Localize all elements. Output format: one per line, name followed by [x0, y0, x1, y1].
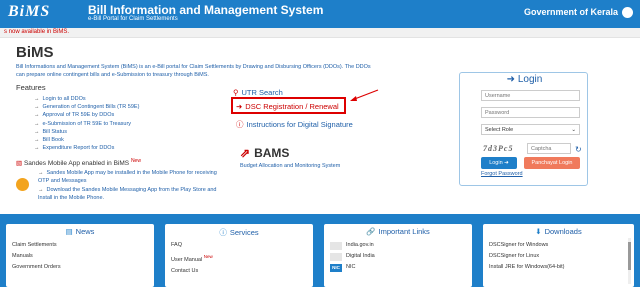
- forgot-password-link[interactable]: Forgot Password: [481, 171, 523, 177]
- link-label: Digital India: [346, 253, 375, 259]
- list-item[interactable]: Digital India: [330, 251, 375, 262]
- dsc-instructions-link[interactable]: ⓘ Instructions for Digital Signature: [236, 119, 353, 130]
- downloads-title: Downloads: [544, 227, 582, 236]
- list-item[interactable]: Contact Us: [171, 266, 213, 277]
- feature-item[interactable]: e-Submission of TR 59E to Treasury: [34, 120, 139, 128]
- features-heading: Features: [16, 83, 46, 92]
- info-icon: ⓘ: [236, 120, 244, 129]
- list-item[interactable]: Manuals: [12, 251, 61, 262]
- feature-item[interactable]: Bill Book: [34, 136, 139, 144]
- page-title: BiMS: [16, 44, 54, 61]
- services-heading: ⓘ Services: [165, 227, 313, 238]
- kerala-emblem-icon: [622, 7, 633, 18]
- feature-item[interactable]: Bill Status: [34, 128, 139, 136]
- link-label: NIC: [346, 264, 356, 270]
- panchayat-login-button[interactable]: Panchayat Login: [524, 157, 580, 169]
- panchayat-button-label: Panchayat Login: [531, 160, 573, 166]
- bims-logo[interactable]: BiMS: [8, 3, 50, 21]
- services-title: Services: [229, 228, 259, 237]
- bams-link[interactable]: ⇗ BAMS: [240, 146, 289, 160]
- login-panel: ➜ Login Select Role ⌄ 7d3Pc5 ↻ Login ➜ Pa…: [459, 72, 588, 186]
- government-label: Government of Kerala: [523, 7, 618, 17]
- search-icon: ⚲: [233, 88, 239, 97]
- annotation-arrow-icon: [350, 89, 379, 101]
- system-subtitle: e-Bill Portal for Claim Settlements: [88, 16, 178, 22]
- login-heading: ➜ Login: [460, 74, 589, 85]
- sandes-app-icon: [16, 178, 29, 191]
- login-button-label: Login: [489, 160, 503, 166]
- external-link-icon: ⇗: [240, 146, 251, 160]
- newspaper-icon: ▤: [65, 227, 73, 236]
- sandes-item[interactable]: Download the Sandes Mobile Messaging App…: [38, 187, 218, 202]
- captcha-input[interactable]: [527, 143, 571, 154]
- list-item[interactable]: DSCSigner for Linux: [489, 251, 565, 262]
- login-heading-text: Login: [517, 74, 543, 85]
- important-links-title: Important Links: [378, 227, 430, 236]
- list-item[interactable]: Government Orders: [12, 262, 61, 273]
- digital-india-logo: [330, 252, 342, 261]
- role-select-value: Select Role: [485, 127, 514, 133]
- info-circle-icon: ⓘ: [219, 228, 227, 237]
- new-badge: New: [130, 158, 141, 164]
- user-manual-label: User Manual: [171, 256, 203, 263]
- downloads-list: DSCSigner for Windows DSCSigner for Linu…: [489, 240, 565, 273]
- news-ticker: s now available in BiMS.: [0, 28, 640, 38]
- sandes-list: Sandes Mobile App may be installed in th…: [38, 170, 218, 204]
- news-panel: ▤ News Claim Settlements Manuals Governme…: [6, 224, 154, 287]
- link-icon: 🔗: [366, 227, 376, 236]
- mobile-icon: ▧: [16, 160, 23, 168]
- system-title: Bill Information and Management System: [88, 3, 324, 17]
- list-item[interactable]: User Manual New: [171, 251, 213, 266]
- nic-logo: NIC: [330, 263, 342, 272]
- ticker-text[interactable]: s now available in BiMS.: [4, 29, 69, 35]
- sandes-heading-text: Sandes Mobile App enabled in BiMS: [23, 160, 130, 168]
- downloads-panel: ⬇ Downloads DSCSigner for Windows DSCSign…: [483, 224, 634, 287]
- feature-item[interactable]: Expenditure Report for DDOs: [34, 144, 139, 152]
- chevron-down-icon: ⌄: [571, 127, 576, 133]
- new-badge: New: [203, 254, 213, 259]
- captcha-image: 7d3Pc5: [483, 144, 514, 153]
- list-item[interactable]: DSCSigner for Windows: [489, 240, 565, 251]
- link-label: India.gov.in: [346, 242, 374, 248]
- refresh-icon[interactable]: ↻: [575, 145, 582, 154]
- news-title: News: [75, 227, 95, 236]
- feature-item[interactable]: Login to all DDOs: [34, 95, 139, 103]
- download-icon: ⬇: [535, 227, 542, 236]
- downloads-heading: ⬇ Downloads: [483, 227, 634, 236]
- scrollbar-thumb[interactable]: [628, 242, 631, 270]
- list-item[interactable]: NIC NIC: [330, 262, 375, 273]
- news-heading: ▤ News: [6, 227, 154, 236]
- bams-subtitle[interactable]: Budget Allocation and Monitoring System: [240, 163, 340, 169]
- news-list: Claim Settlements Manuals Government Ord…: [12, 240, 61, 273]
- list-item[interactable]: Claim Settlements: [12, 240, 61, 251]
- utr-search-label: UTR Search: [241, 88, 283, 97]
- app-header: BiMS Bill Information and Management Sys…: [0, 0, 640, 28]
- sandes-heading: ▧ Sandes Mobile App enabled in BiMS New: [16, 158, 141, 167]
- sandes-item[interactable]: Sandes Mobile App may be installed in th…: [38, 170, 218, 185]
- utr-search-link[interactable]: ⚲ UTR Search: [233, 88, 283, 97]
- services-panel: ⓘ Services FAQ User Manual New Contact Us: [165, 224, 313, 287]
- india-gov-logo: [330, 241, 342, 250]
- highlight-box: [231, 97, 346, 114]
- username-input[interactable]: [481, 90, 580, 101]
- list-item[interactable]: Install JRE for Windows(64-bit): [489, 262, 565, 273]
- important-links-heading: 🔗 Important Links: [324, 227, 472, 236]
- list-item[interactable]: FAQ: [171, 240, 213, 251]
- services-list: FAQ User Manual New Contact Us: [171, 240, 213, 277]
- password-input[interactable]: [481, 107, 580, 118]
- important-links-list: India.gov.in Digital India NIC NIC: [330, 240, 375, 273]
- intro-text: Bill Informations and Management System …: [16, 64, 371, 78]
- list-item[interactable]: India.gov.in: [330, 240, 375, 251]
- sign-in-icon: ➜: [506, 74, 516, 85]
- dsc-instructions-label: Instructions for Digital Signature: [246, 120, 353, 129]
- login-button[interactable]: Login ➜: [481, 157, 517, 169]
- role-select[interactable]: Select Role ⌄: [481, 124, 580, 135]
- feature-item[interactable]: Approval of TR 59E by DDOs: [34, 111, 139, 119]
- features-list: Login to all DDOs Generation of Continge…: [34, 95, 140, 152]
- important-links-panel: 🔗 Important Links India.gov.in Digital In…: [324, 224, 472, 287]
- bams-title: BAMS: [254, 146, 290, 160]
- feature-item[interactable]: Generation of Contingent Bills (TR 59E): [34, 103, 140, 111]
